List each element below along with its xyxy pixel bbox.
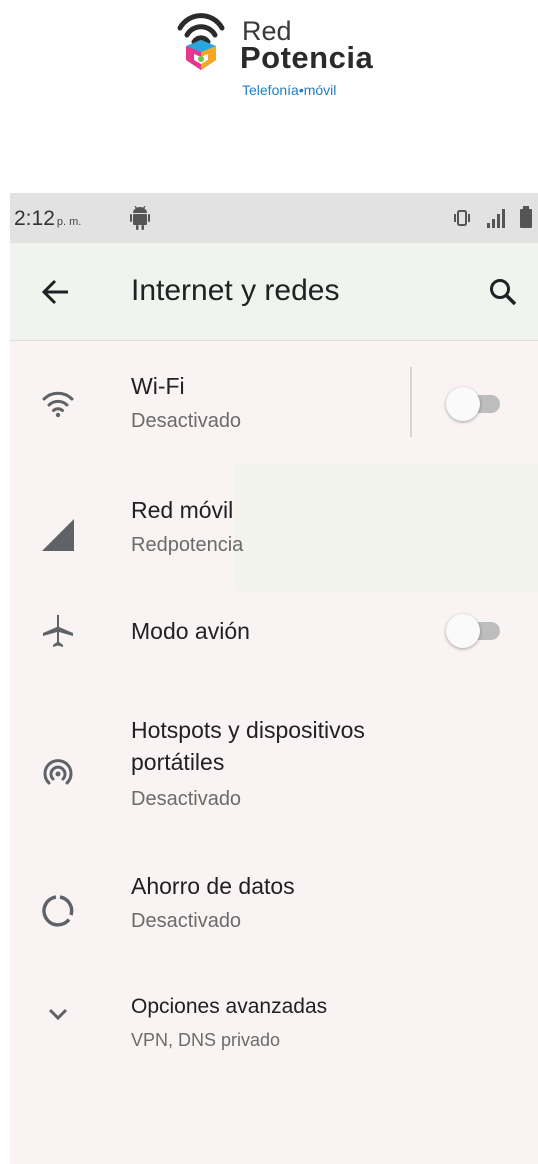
battery-icon: [520, 206, 532, 228]
logo-tagline: Telefonía•móvil: [242, 82, 337, 98]
status-time-suffix: p. m.: [56, 216, 82, 228]
wifi-toggle[interactable]: [446, 387, 504, 421]
page-title: Internet y redes: [131, 274, 340, 307]
list-item-advanced-options[interactable]: Opciones avanzadas VPN, DNS privado: [10, 976, 538, 1086]
red-potencia-logo-icon: [177, 13, 225, 70]
list-item-data-saver[interactable]: Ahorro de datos Desactivado: [10, 851, 538, 976]
arrow-back-icon[interactable]: [40, 277, 72, 307]
android-icon: [130, 206, 150, 230]
advanced-options-subtitle: VPN, DNS privado: [131, 1030, 281, 1050]
brand-logo: Red Potencia Telefonía•móvil: [176, 8, 386, 100]
data-saver-title: Ahorro de datos: [131, 873, 295, 899]
hotspot-title-line2: portátiles: [131, 749, 225, 775]
list-item-hotspot[interactable]: Hotspots y dispositivos portátiles Desac…: [10, 701, 538, 851]
signal-icon: [487, 209, 505, 228]
wifi-title: Wi-Fi: [131, 373, 185, 399]
list-item-wifi[interactable]: Wi-Fi Desactivado: [10, 341, 538, 471]
wifi-icon: [42, 391, 74, 418]
wifi-divider: [410, 367, 412, 437]
airplane-mode-title: Modo avión: [131, 618, 250, 644]
airplane-mode-toggle-thumb: [446, 614, 480, 648]
phone-screen: 2:12 p. m. Internet y redes Wi-Fi Desact…: [10, 193, 538, 1164]
list-item-airplane-mode[interactable]: Modo avión: [10, 601, 538, 701]
vibrate-icon: [454, 210, 470, 226]
logo-name-line2: Potencia: [240, 40, 374, 75]
hotspot-icon: [43, 759, 73, 785]
data-saver-icon: [42, 895, 74, 927]
chevron-down-icon: [48, 1008, 68, 1021]
advanced-options-title: Opciones avanzadas: [131, 995, 328, 1018]
status-time: 2:12 p. m.: [14, 208, 81, 233]
airplane-mode-toggle[interactable]: [446, 614, 504, 648]
mobile-network-subtitle: Redpotencia: [131, 534, 244, 556]
data-saver-subtitle: Desactivado: [131, 910, 242, 932]
wifi-toggle-thumb: [446, 387, 480, 421]
status-bar: 2:12 p. m.: [10, 193, 538, 243]
mobile-network-title: Red móvil: [131, 497, 234, 523]
cellular-signal-icon: [42, 519, 74, 551]
app-bar: Internet y redes: [10, 243, 538, 341]
search-icon[interactable]: [488, 277, 518, 307]
list-item-mobile-network[interactable]: Red móvil Redpotencia: [10, 471, 538, 601]
hotspot-title-line1: Hotspots y dispositivos: [131, 717, 365, 743]
airplane-icon: [43, 615, 73, 647]
wifi-subtitle: Desactivado: [131, 410, 242, 432]
hotspot-subtitle: Desactivado: [131, 788, 242, 810]
status-time-value: 2:12: [14, 207, 55, 230]
